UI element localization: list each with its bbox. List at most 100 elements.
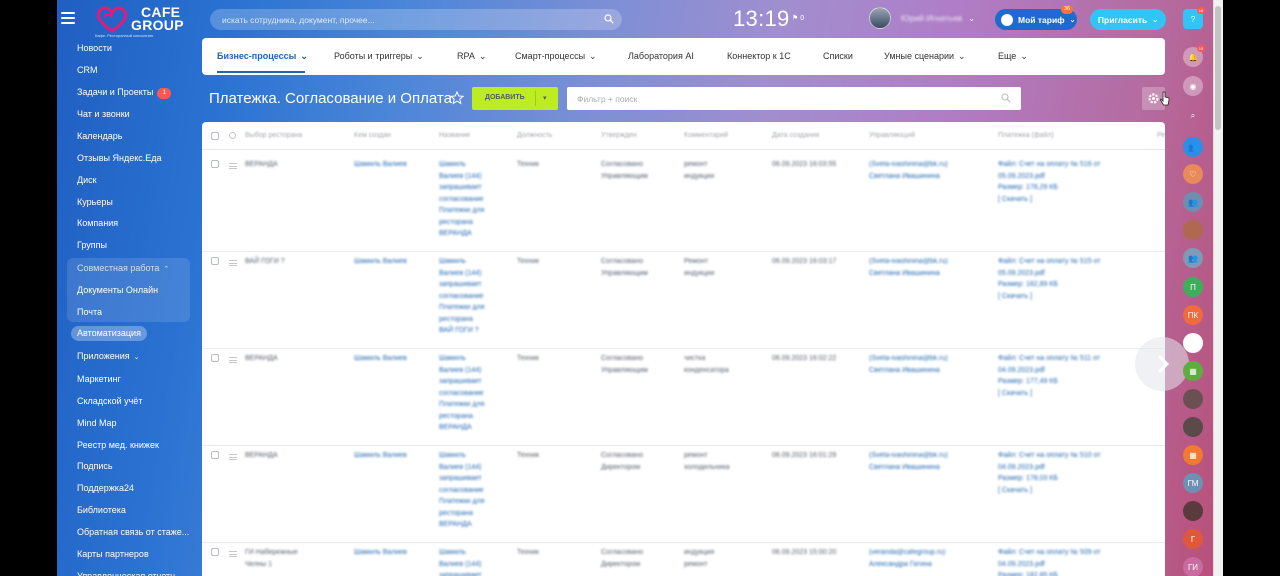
app-logo-icon[interactable] [1183, 333, 1203, 353]
column-header[interactable]: Кем создан [354, 132, 391, 139]
cell-file[interactable]: Файл: Счет на оплату № 516 от 05.09.2023… [998, 159, 1101, 205]
cell-manager[interactable]: (Sveta-ivashinina@bk.ru) Светлана Ивашин… [869, 353, 948, 376]
avatar[interactable] [1183, 501, 1203, 521]
cell-manager[interactable]: (Sveta-ivashinina@bk.ru) Светлана Ивашин… [869, 256, 948, 279]
row-checkbox[interactable] [211, 257, 219, 265]
column-header[interactable]: Ре [1157, 132, 1165, 139]
chat-letter-icon[interactable]: П [1183, 277, 1203, 297]
menu-item[interactable]: Приложения ⌄ [77, 351, 140, 361]
add-button[interactable]: ДОБАВИТЬ ▾ [472, 87, 558, 110]
cell-created-by[interactable]: Шамиль Валиев [354, 353, 407, 365]
menu-toggle-icon[interactable] [61, 12, 75, 26]
menu-item[interactable]: Календарь [77, 131, 122, 141]
row-checkbox[interactable] [211, 451, 219, 459]
chat-letter-icon[interactable]: Г [1183, 529, 1203, 549]
cell-title[interactable]: Шамиль Валиев (144) запрашивает согласов… [439, 353, 484, 434]
scroll-right-button[interactable] [1135, 337, 1189, 391]
avatar[interactable] [1183, 417, 1203, 437]
row-checkbox[interactable] [211, 354, 219, 362]
logo[interactable]: CAFE GROUP [95, 4, 184, 34]
menu-item[interactable]: Новости [77, 43, 112, 53]
row-menu-icon[interactable] [229, 163, 237, 169]
calendar-icon[interactable]: ▦ [1183, 361, 1203, 381]
menu-item[interactable]: Курьеры [77, 197, 113, 207]
menu-item[interactable]: Mind Map [77, 418, 117, 428]
menu-item[interactable]: Группы [77, 240, 107, 250]
tab-1[interactable]: Бизнес-процессы ⌄ [217, 51, 308, 62]
heart-chat-icon[interactable]: ♡ [1183, 164, 1203, 184]
tab-9[interactable]: Еще ⌄ [998, 51, 1028, 62]
cell-created-by[interactable]: Шамиль Валиев [354, 256, 407, 268]
cell-title[interactable]: Шамиль Валиев (144) запрашивает согласов… [439, 159, 484, 240]
cell-created-by[interactable]: Шамиль Валиев [354, 450, 407, 462]
chat-letter-icon[interactable]: ГИ [1183, 557, 1203, 576]
star-icon[interactable] [450, 91, 464, 105]
chat-letter-icon[interactable]: ПК [1183, 305, 1203, 325]
avatar[interactable] [1183, 389, 1203, 409]
menu-item[interactable]: Реестр мед. книжек [77, 440, 159, 450]
row-checkbox[interactable] [211, 548, 219, 556]
calendar-icon[interactable]: ▦ [1183, 445, 1203, 465]
row-menu-icon[interactable] [229, 454, 237, 460]
column-header[interactable]: Выбор ресторана [245, 132, 302, 139]
cell-title[interactable]: Шамиль Валиев (144) запрашивает [439, 547, 482, 576]
user-profile[interactable]: Юрий Игнатьев ⌄ [869, 7, 975, 29]
row-menu-icon[interactable] [229, 357, 237, 363]
filter-search-input[interactable]: Фильтр + поиск [567, 87, 1021, 110]
users-icon[interactable]: 👥 [1183, 248, 1203, 268]
tab-6[interactable]: Коннектор к 1С [727, 51, 791, 61]
chat-letter-icon[interactable]: ГМ [1183, 473, 1203, 493]
row-menu-icon[interactable] [229, 551, 237, 557]
cell-file[interactable]: Файл: Счет на оплату № 510 от 04.09.2023… [998, 450, 1101, 496]
menu-item[interactable]: Компания [77, 218, 118, 228]
menu-item[interactable]: Чат и звонки [77, 109, 130, 119]
tab-4[interactable]: Смарт-процессы ⌄ [515, 51, 597, 62]
menu-item[interactable]: Складской учёт [77, 396, 142, 406]
search-input[interactable]: искать сотрудника, документ, прочее... [210, 9, 622, 30]
column-header[interactable]: Название [439, 132, 470, 139]
menu-item[interactable]: Поддержка24 [77, 483, 134, 493]
chevron-down-icon[interactable]: ▾ [543, 94, 547, 102]
cell-file[interactable]: Файл: Счет на оплату № 509 от 04.09.2023… [998, 547, 1101, 576]
menu-item[interactable]: CRM [77, 65, 98, 75]
tab-8[interactable]: Умные сценарии ⌄ [884, 51, 966, 62]
menu-item[interactable]: Управленческая отчетн... [77, 571, 183, 576]
column-settings-icon[interactable] [229, 132, 236, 139]
cell-created-by[interactable]: Шамиль Валиев [354, 547, 407, 559]
column-header[interactable]: Утвержден [601, 132, 637, 139]
column-header[interactable]: Дата создания [772, 132, 819, 139]
search-icon[interactable] [1001, 93, 1011, 103]
column-header[interactable]: Управляющий [869, 132, 915, 139]
menu-item[interactable]: Обратная связь от стаже... [77, 527, 189, 537]
search-icon[interactable]: ⌕ [1183, 106, 1203, 126]
menu-item-automation[interactable]: Автоматизация [71, 326, 147, 341]
invite-button[interactable]: Пригласить ⌄ [1090, 9, 1166, 30]
avatar[interactable] [1183, 220, 1203, 240]
tab-5[interactable]: Лаборатория AI [628, 51, 694, 61]
group-chat-icon[interactable]: 👥 [1183, 137, 1203, 157]
menu-item[interactable]: Диск [77, 175, 97, 185]
cell-title[interactable]: Шамиль Валиев (144) запрашивает согласов… [439, 256, 484, 337]
cell-file[interactable]: Файл: Счет на оплату № 515 от 05.09.2023… [998, 256, 1101, 302]
users-icon[interactable]: 👥 [1183, 192, 1203, 212]
menu-item[interactable]: Подпись [77, 461, 113, 471]
cell-manager[interactable]: (Sveta-ivashinina@bk.ru) Светлана Ивашин… [869, 450, 948, 473]
cell-title[interactable]: Шамиль Валиев (144) запрашивает согласов… [439, 450, 484, 531]
page-scrollbar-thumb[interactable] [1215, 6, 1221, 130]
menu-item[interactable]: Маркетинг [77, 374, 121, 384]
row-menu-icon[interactable] [229, 260, 237, 266]
tab-2[interactable]: Роботы и триггеры ⌄ [334, 51, 424, 62]
tab-3[interactable]: RPA ⌄ [457, 51, 486, 62]
cell-created-by[interactable]: Шамиль Валиев [354, 159, 407, 171]
menu-item[interactable]: Карты партнеров [77, 549, 149, 559]
chat-icon[interactable]: ◉ [1183, 76, 1203, 96]
work-day-flag[interactable]: ⚑ 0 [792, 14, 804, 22]
cell-manager[interactable]: (veranda@cafegroup.ru) Александра Гатина [869, 547, 945, 570]
cell-manager[interactable]: (Sveta-ivashinina@bk.ru) Светлана Ивашин… [869, 159, 948, 182]
cell-file[interactable]: Файл: Счет на оплату № 511 от 04.09.2023… [998, 353, 1100, 399]
menu-item[interactable]: Отзывы Яндекс.Еда [77, 153, 162, 163]
row-checkbox[interactable] [211, 160, 219, 168]
column-header[interactable]: Комментарий [684, 132, 728, 139]
search-icon[interactable] [604, 14, 614, 24]
menu-item[interactable]: Задачи и Проекты 1 [77, 87, 172, 99]
